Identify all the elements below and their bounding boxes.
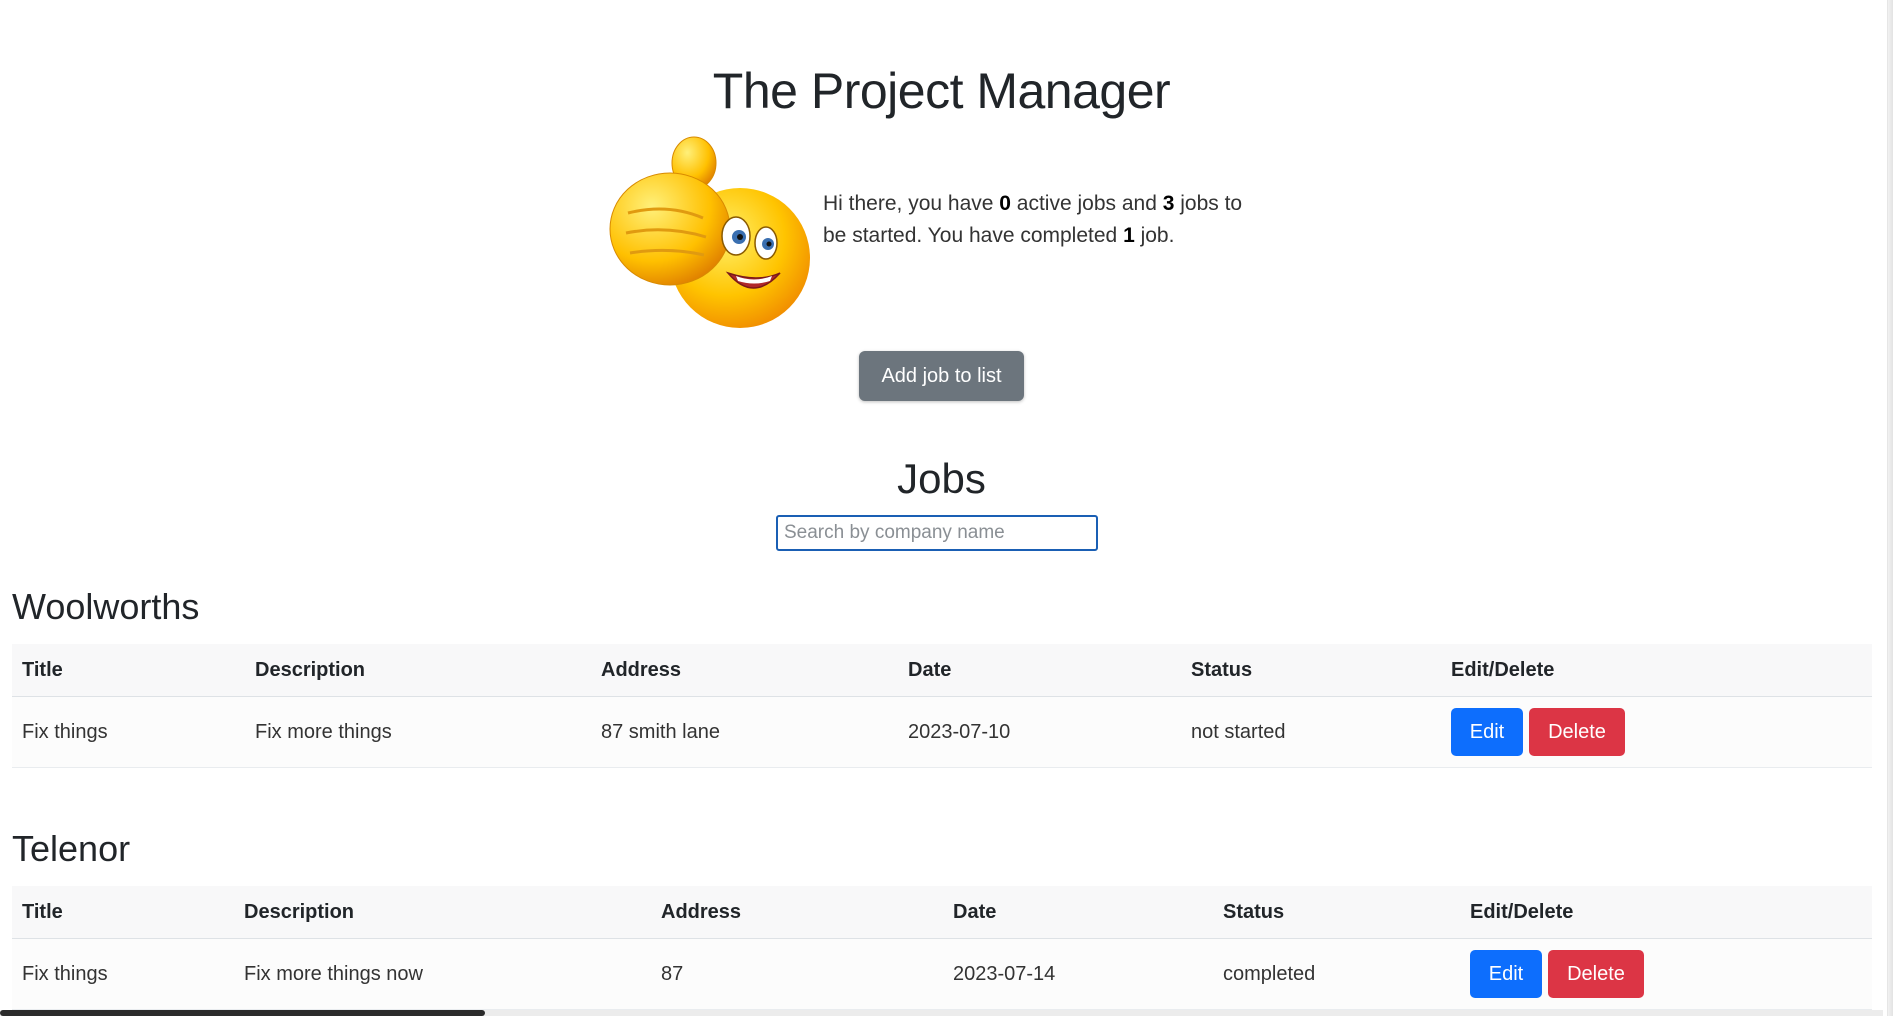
job-address: 87: [651, 938, 943, 1010]
jobs-table: Title Description Address Date Status Ed…: [12, 644, 1872, 768]
job-actions: Edit Delete: [1460, 938, 1872, 1010]
job-actions: Edit Delete: [1441, 696, 1872, 768]
active-jobs-count: 0: [999, 192, 1011, 215]
edit-button[interactable]: Edit: [1470, 950, 1542, 998]
completed-jobs-count: 1: [1123, 224, 1135, 247]
table-header-row: Title Description Address Date Status Ed…: [12, 886, 1872, 939]
table-row: Fix things Fix more things 87 smith lane…: [12, 696, 1872, 768]
company-name: Woolworths: [12, 586, 200, 627]
job-description: Fix more things: [245, 696, 591, 768]
page: The Project Manager Hi there, you have 0…: [0, 0, 1893, 1016]
column-header-address: Address: [591, 644, 898, 697]
search-input[interactable]: [776, 515, 1098, 551]
delete-button[interactable]: Delete: [1529, 708, 1625, 756]
column-header-status: Status: [1181, 644, 1441, 697]
table-header-row: Title Description Address Date Status Ed…: [12, 644, 1872, 697]
jobs-to-start-count: 3: [1162, 192, 1175, 215]
job-date: 2023-07-10: [898, 696, 1181, 768]
job-description: Fix more things now: [234, 938, 651, 1010]
column-header-edit-delete: Edit/Delete: [1460, 886, 1872, 939]
column-header-status: Status: [1213, 886, 1460, 939]
company-section-woolworths: Woolworths Title Description Address Dat…: [12, 586, 1872, 768]
window-edge: [1887, 0, 1893, 1016]
column-header-title: Title: [12, 886, 234, 939]
welcome-section: Hi there, you have 0 active jobs and 3 j…: [608, 133, 1268, 333]
add-job-button[interactable]: Add job to list: [859, 351, 1024, 401]
column-header-description: Description: [234, 886, 651, 939]
column-header-description: Description: [245, 644, 591, 697]
page-title: The Project Manager: [712, 63, 1171, 119]
thumbs-up-smiley-icon: [609, 136, 810, 328]
column-header-edit-delete: Edit/Delete: [1441, 644, 1872, 697]
job-address: 87 smith lane: [591, 696, 898, 768]
job-title: Fix things: [12, 696, 245, 768]
jobs-table: Title Description Address Date Status Ed…: [12, 886, 1872, 1010]
company-section-telenor: Telenor Title Description Address Date S…: [12, 828, 1872, 1010]
horizontal-scrollbar[interactable]: [0, 1010, 1883, 1016]
scrollbar-thumb[interactable]: [0, 1010, 485, 1016]
welcome-middle: active jobs and: [1010, 192, 1163, 215]
welcome-message: Hi there, you have 0 active jobs and 3 j…: [823, 188, 1263, 252]
company-name: Telenor: [12, 828, 131, 869]
welcome-end: job.: [1134, 224, 1175, 247]
edit-button[interactable]: Edit: [1451, 708, 1523, 756]
jobs-heading: Jobs: [897, 455, 986, 502]
column-header-address: Address: [651, 886, 943, 939]
delete-button[interactable]: Delete: [1548, 950, 1644, 998]
column-header-date: Date: [898, 644, 1181, 697]
column-header-title: Title: [12, 644, 245, 697]
column-header-date: Date: [943, 886, 1213, 939]
table-row: Fix things Fix more things now 87 2023-0…: [12, 938, 1872, 1010]
job-status: completed: [1213, 938, 1460, 1010]
job-title: Fix things: [12, 938, 234, 1010]
job-date: 2023-07-14: [943, 938, 1213, 1010]
welcome-prefix: Hi there, you have: [823, 192, 1000, 215]
job-status: not started: [1181, 696, 1441, 768]
